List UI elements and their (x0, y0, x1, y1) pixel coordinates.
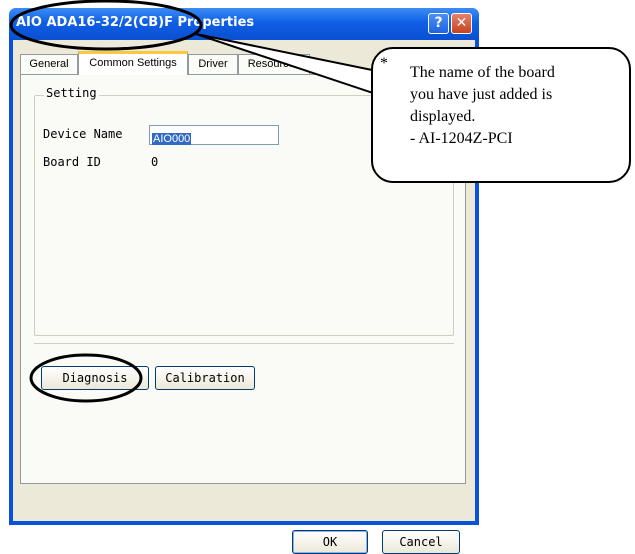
tab-driver[interactable]: Driver (188, 54, 238, 74)
device-name-input[interactable]: AIO000 (149, 125, 279, 145)
tab-resources[interactable]: Resources (238, 54, 310, 74)
cancel-button[interactable]: Cancel (382, 530, 460, 554)
tab-general[interactable]: General (20, 54, 78, 74)
close-button[interactable]: ✕ (451, 13, 472, 34)
tab-common-settings[interactable]: Common Settings (78, 51, 188, 75)
device-name-value: AIO000 (152, 133, 192, 145)
callout-line: The name of the board (410, 64, 555, 81)
callout-asterisk: * (380, 55, 388, 72)
callout-line: - AI-1204Z-PCI (410, 130, 513, 147)
setting-group-label: Setting (44, 86, 99, 100)
help-button[interactable]: ? (428, 13, 449, 34)
diagnosis-button[interactable]: Diagnosis (41, 366, 149, 390)
divider (34, 343, 454, 344)
device-name-label: Device Name (43, 127, 123, 141)
calibration-button[interactable]: Calibration (155, 366, 255, 390)
board-id-value: 0 (151, 155, 159, 169)
callout-line: displayed. (410, 108, 476, 125)
ok-button[interactable]: OK (292, 530, 368, 554)
title-bar[interactable]: AIO ADA16-32/2(CB)F Properties ? ✕ (9, 8, 479, 40)
callout-line: you have just added is (410, 86, 553, 103)
board-id-label: Board ID (43, 155, 101, 169)
window-title: AIO ADA16-32/2(CB)F Properties (16, 15, 255, 30)
